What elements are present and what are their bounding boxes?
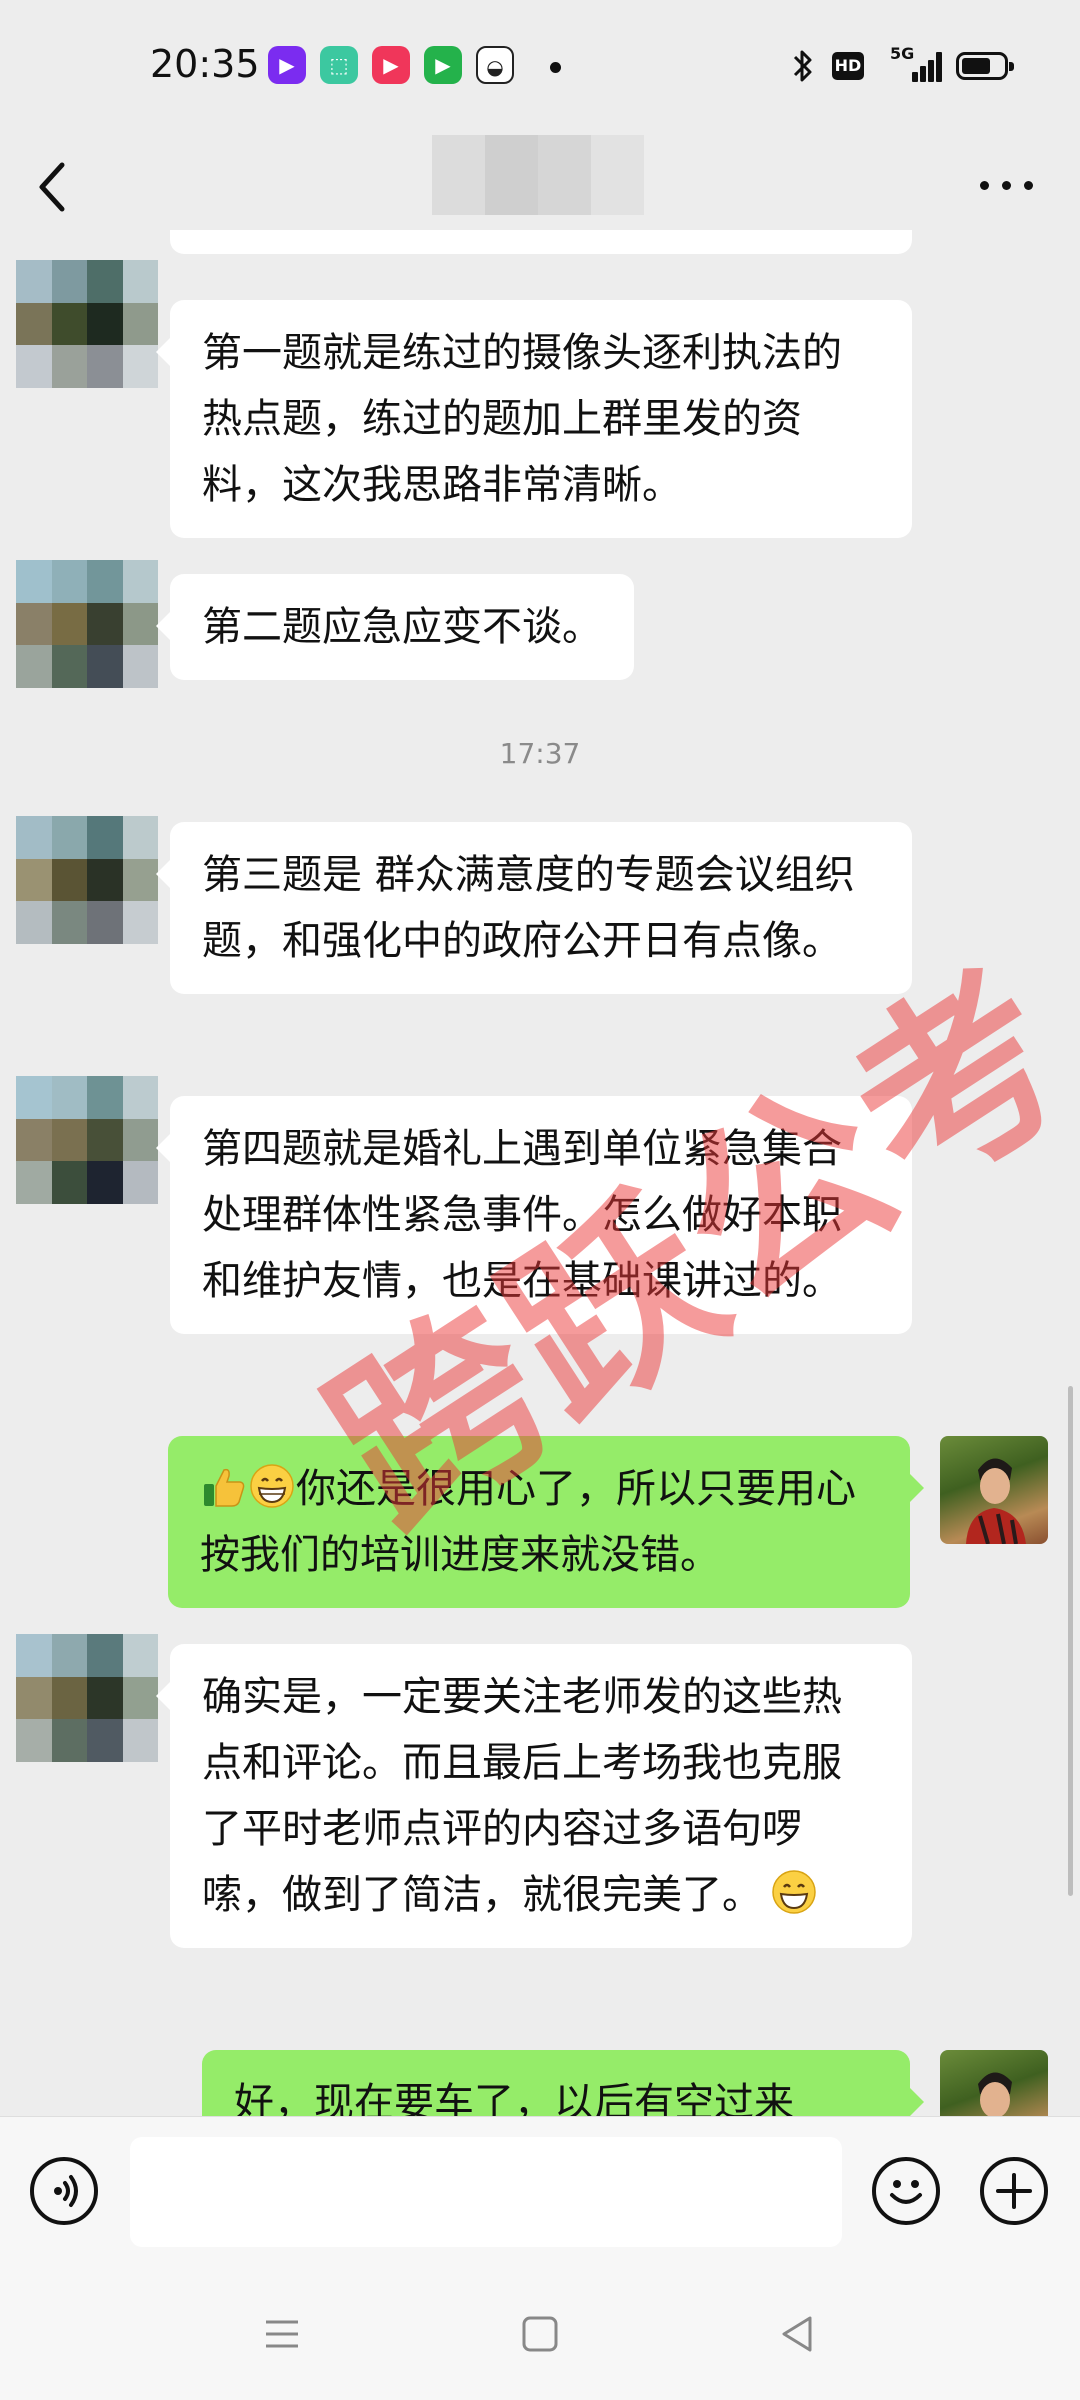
system-navigation-bar xyxy=(0,2276,1080,2400)
contact-avatar-blurred[interactable] xyxy=(16,816,158,944)
back-arrow-icon[interactable] xyxy=(28,147,108,227)
my-avatar[interactable] xyxy=(940,2050,1048,2116)
message-bubble-partial[interactable] xyxy=(170,230,912,254)
shop-app-icon: ⬚ xyxy=(320,46,358,84)
person-photo-icon xyxy=(978,2072,1012,2116)
menu-nav-icon[interactable] xyxy=(252,2304,312,2364)
grinning-emoji-icon xyxy=(772,1870,816,1914)
grinning-emoji-icon xyxy=(250,1464,294,1508)
message-text: 第一题就是练过的摄像头逐利执法的热点题，练过的题加上群里发的资料，这次我思路非常… xyxy=(202,330,842,508)
my-avatar[interactable] xyxy=(940,1436,1048,1544)
voice-icon xyxy=(54,2175,78,2207)
message-bubble[interactable]: 第四题就是婚礼上遇到单位紧急集合处理群体性紧急事件。怎么做好本职和维护友情，也是… xyxy=(156,1096,912,1334)
notification-dot-icon xyxy=(550,62,561,73)
status-bar: 20:35 ▶ ⬚ ▶ ▶ ◒ HD 5G xyxy=(0,0,1080,135)
message-text: 第四题就是婚礼上遇到单位紧急集合处理群体性紧急事件。怎么做好本职和维护友情，也是… xyxy=(202,1126,842,1304)
message-text: 确实是，一定要关注老师发的这些热点和评论。而且最后上考场我也克服了平时老师点评的… xyxy=(202,1674,842,1918)
network-type-label: 5G xyxy=(890,44,915,63)
message-bubble[interactable]: 第二题应急应变不谈。 xyxy=(156,574,634,680)
message-bubble[interactable]: 第一题就是练过的摄像头逐利执法的热点题，练过的题加上群里发的资料，这次我思路非常… xyxy=(156,300,912,538)
message-text: 你还是很用心了，所以只要用心按我们的培训进度来就没错。 xyxy=(200,1466,856,1578)
my-message-bubble[interactable]: 好，现在要车了，以后有空过来 xyxy=(202,2050,924,2116)
play-app-icon: ▶ xyxy=(372,46,410,84)
contact-avatar-blurred[interactable] xyxy=(16,260,158,388)
battery-icon xyxy=(956,52,1014,80)
input-bar xyxy=(0,2116,1080,2277)
contact-avatar-blurred[interactable] xyxy=(16,1076,158,1204)
voice-input-button[interactable] xyxy=(30,2157,98,2225)
game-app-icon: ◒ xyxy=(476,46,514,84)
tencent-video-icon: ▶ xyxy=(424,46,462,84)
message-input[interactable] xyxy=(130,2137,842,2247)
home-nav-icon[interactable] xyxy=(510,2304,570,2364)
emoji-button[interactable] xyxy=(872,2157,940,2225)
plus-icon xyxy=(996,2173,1032,2209)
contact-avatar-blurred[interactable] xyxy=(16,1634,158,1762)
back-nav-icon[interactable] xyxy=(768,2304,828,2364)
smiley-icon xyxy=(890,2180,922,2204)
thumbs-up-emoji-icon xyxy=(204,1468,245,1507)
person-photo-icon xyxy=(966,1458,1026,1544)
contact-avatar-blurred[interactable] xyxy=(16,560,158,688)
more-options-icon[interactable] xyxy=(970,155,1050,215)
message-text: 第三题是 群众满意度的专题会议组织题，和强化中的政府公开日有点像。 xyxy=(202,852,855,964)
message-list[interactable]: 第一题就是练过的摄像头逐利执法的热点题，练过的题加上群里发的资料，这次我思路非常… xyxy=(0,230,1080,2116)
video-app-icon: ▶ xyxy=(268,46,306,84)
more-functions-button[interactable] xyxy=(980,2157,1048,2225)
status-time: 20:35 xyxy=(150,42,260,86)
message-bubble[interactable]: 确实是，一定要关注老师发的这些热点和评论。而且最后上考场我也克服了平时老师点评的… xyxy=(156,1644,912,1948)
message-text: 好，现在要车了，以后有空过来 xyxy=(234,2080,794,2116)
message-text: 第二题应急应变不谈。 xyxy=(202,604,602,650)
message-timestamp: 17:37 xyxy=(499,737,581,770)
signal-icon: 5G xyxy=(890,44,942,84)
hd-voice-icon: HD xyxy=(832,52,864,80)
blurred-chat-title xyxy=(432,135,644,215)
message-bubble[interactable]: 第三题是 群众满意度的专题会议组织题，和强化中的政府公开日有点像。 xyxy=(156,822,912,994)
bluetooth-icon xyxy=(793,50,812,82)
scrollbar[interactable] xyxy=(1068,1386,1073,1896)
my-message-bubble[interactable]: 你还是很用心了，所以只要用心按我们的培训进度来就没错。 xyxy=(168,1436,924,1608)
